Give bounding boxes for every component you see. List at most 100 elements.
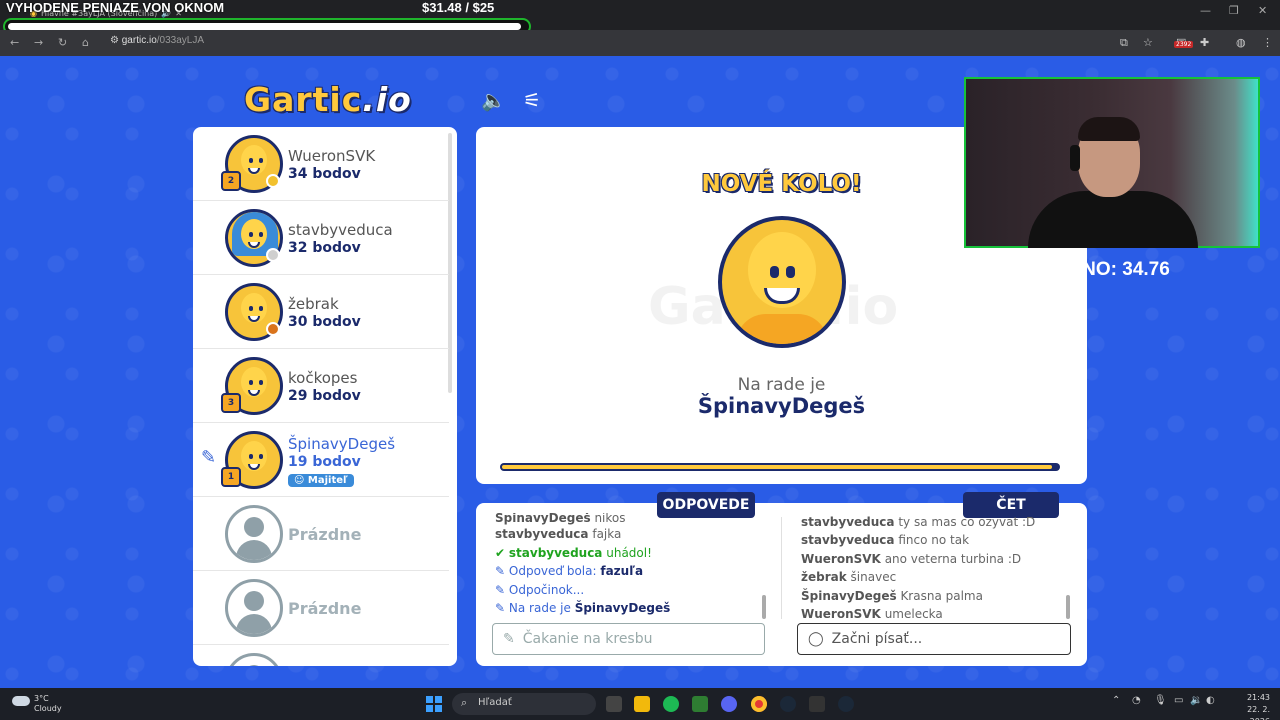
player-points: 32 bodov xyxy=(288,240,361,256)
weather-desc: Cloudy xyxy=(34,704,62,713)
player-status-dot xyxy=(266,174,280,188)
player-points: 19 bodov xyxy=(288,454,361,470)
windows-taskbar: 3°C Cloudy ⌕ Hľadať ⌃ ◔ 🎙 ▭ 🔉 ◐ 21:43 22. … xyxy=(0,688,1280,720)
player-card[interactable]: žebrak 30 bodov xyxy=(193,275,449,349)
player-status-dot xyxy=(266,248,280,262)
top-donation-label: TOP DONO: 34.76 xyxy=(1010,259,1170,280)
answers-scrollbar[interactable] xyxy=(762,595,766,619)
address-bar[interactable]: ⚙ gartic.io/033ayLJA xyxy=(110,35,204,46)
screen: ◉ Hlavné #3ayLJA (Slovenčina) 🔊 ✕ VYHODE… xyxy=(0,0,1280,720)
player-name: ŠpinavyDegeš xyxy=(288,435,396,453)
clock-date: 22. 2. 2026 xyxy=(1247,705,1270,720)
stream-goal-fill xyxy=(8,23,521,30)
tray-overflow-icon[interactable]: ⌃ xyxy=(1112,695,1120,706)
round-timer-bar xyxy=(500,463,1060,471)
file-explorer-icon[interactable] xyxy=(634,696,650,712)
taskbar-search[interactable]: ⌕ Hľadať xyxy=(452,693,596,715)
answer-item: ✎ Odpočinok... xyxy=(495,582,585,597)
player-card[interactable]: 3 kočkopes 29 bodov xyxy=(193,349,449,423)
site-info-icon[interactable]: ⚙ xyxy=(110,35,122,46)
tray-app-icon[interactable]: ◔ xyxy=(1132,695,1141,706)
close-window-icon[interactable]: ✕ xyxy=(1258,4,1267,17)
answer-placeholder: Čakanie na kresbu xyxy=(522,631,653,647)
taskbar-clock[interactable]: 21:43 22. 2. 2026 xyxy=(1226,692,1270,720)
empty-slot: Prázdne xyxy=(193,571,449,645)
check-icon: ✔ xyxy=(495,545,506,560)
start-button-icon[interactable] xyxy=(426,696,442,712)
share-icon[interactable]: ⚟ xyxy=(523,88,541,112)
panel-divider xyxy=(781,517,782,619)
steam-icon[interactable] xyxy=(780,696,796,712)
sound-icon[interactable]: 🔈 xyxy=(481,88,506,112)
player-card-drawing[interactable]: ✎ 1 ŠpinavyDegeš 19 bodov ☺ Majiteľ xyxy=(193,423,449,497)
answer-input[interactable]: ✎ Čakanie na kresbu xyxy=(492,623,765,655)
stream-overlay-money: $31.48 / $25 xyxy=(422,0,495,15)
turn-label: Na rade je xyxy=(737,375,826,395)
drawing-pencil-icon: ✎ xyxy=(201,447,217,468)
epic-games-icon[interactable] xyxy=(809,696,825,712)
steam-icon-2[interactable] xyxy=(838,696,854,712)
url-domain: gartic.io xyxy=(121,35,157,46)
app-icon[interactable] xyxy=(692,696,708,712)
empty-avatar-icon xyxy=(225,505,283,563)
reload-icon[interactable]: ↻ xyxy=(58,36,67,49)
player-list: 2 WueronSVK 34 bodov stavbyveduca 32 bod… xyxy=(193,127,457,666)
minimize-icon[interactable]: — xyxy=(1200,4,1211,17)
chat-input[interactable]: ◯ Začni písať... xyxy=(797,623,1071,655)
pencil-icon: ✎ xyxy=(495,582,506,597)
empty-slot: Prázdne xyxy=(193,497,449,571)
discord-icon[interactable] xyxy=(721,696,737,712)
empty-slot xyxy=(193,645,449,666)
back-icon[interactable]: ← xyxy=(10,36,19,49)
profile-avatar-icon[interactable]: ◍ xyxy=(1236,36,1246,49)
player-points: 34 bodov xyxy=(288,166,361,182)
streamer-webcam xyxy=(964,77,1260,248)
round-timer-fill xyxy=(502,465,1053,469)
maximize-icon[interactable]: ❐ xyxy=(1229,4,1239,17)
stream-overlay-title: VYHODENE PENIAZE VON OKNOM xyxy=(6,0,225,15)
owner-badge: ☺ Majiteľ xyxy=(288,474,354,487)
chat-message: ŠpinavyDegeš Krasna palma xyxy=(801,588,983,603)
network-icon[interactable]: ▭ xyxy=(1174,695,1183,706)
search-icon: ⌕ xyxy=(461,696,468,709)
browser-menu-icon[interactable]: ⋮ xyxy=(1262,36,1273,49)
task-view-icon[interactable] xyxy=(606,696,622,712)
player-card[interactable]: 2 WueronSVK 34 bodov xyxy=(193,127,449,201)
bookmark-star-icon[interactable]: ☆ xyxy=(1143,36,1153,49)
battery-icon[interactable]: ◐ xyxy=(1206,695,1215,706)
player-points: 29 bodov xyxy=(288,388,361,404)
search-label: Hľadať xyxy=(478,697,512,708)
chat-message: WueronSVK umelecka xyxy=(801,607,943,621)
logo-main: Gartic xyxy=(244,80,363,119)
url-path: /033ayLJA xyxy=(156,35,205,46)
turn-player-name: ŠpinavyDegeš xyxy=(697,394,866,418)
microphone-icon[interactable]: 🎙 xyxy=(1154,695,1167,706)
chat-message: stavbyveduca finco no tak xyxy=(801,533,970,547)
forward-icon[interactable]: → xyxy=(34,36,43,49)
home-icon[interactable]: ⌂ xyxy=(82,36,89,49)
trophy-icon: 1 xyxy=(221,467,241,487)
install-app-icon[interactable]: ⧉ xyxy=(1120,36,1128,50)
empty-avatar-icon xyxy=(225,653,283,666)
gartic-logo[interactable]: Gartic.io xyxy=(244,80,412,119)
answer-item: ✔ stavbyveduca uhádol! xyxy=(495,545,652,560)
player-card[interactable]: stavbyveduca 32 bodov xyxy=(193,201,449,275)
chat-placeholder: Začni písať... xyxy=(831,631,923,647)
current-drawer-avatar xyxy=(718,216,846,348)
pencil-icon: ✎ xyxy=(495,601,506,615)
pencil-icon: ✎ xyxy=(503,631,515,647)
answers-list: ŠpinavyDegeš nikos stavbyveduca fajka ✔ … xyxy=(495,513,775,618)
clock-time: 21:43 xyxy=(1246,693,1270,702)
volume-icon[interactable]: 🔉 xyxy=(1190,695,1202,706)
chat-message: žebrak šinavec xyxy=(801,570,897,584)
chat-list: stavbyveduca ty sa mas co ozyvat :D stav… xyxy=(801,515,1071,624)
chrome-icon[interactable] xyxy=(751,696,767,712)
chat-scrollbar[interactable] xyxy=(1066,595,1070,619)
extensions-puzzle-icon[interactable]: ✚ xyxy=(1200,36,1209,49)
empty-avatar-icon xyxy=(225,579,283,637)
player-points: 30 bodov xyxy=(288,314,361,330)
player-status-dot xyxy=(266,322,280,336)
spotify-icon[interactable] xyxy=(663,696,679,712)
chat-message: WueronSVK ano veterna turbina :D xyxy=(801,551,1022,566)
answer-item: ✎ Odpoveď bola: fazuľa xyxy=(495,564,644,578)
